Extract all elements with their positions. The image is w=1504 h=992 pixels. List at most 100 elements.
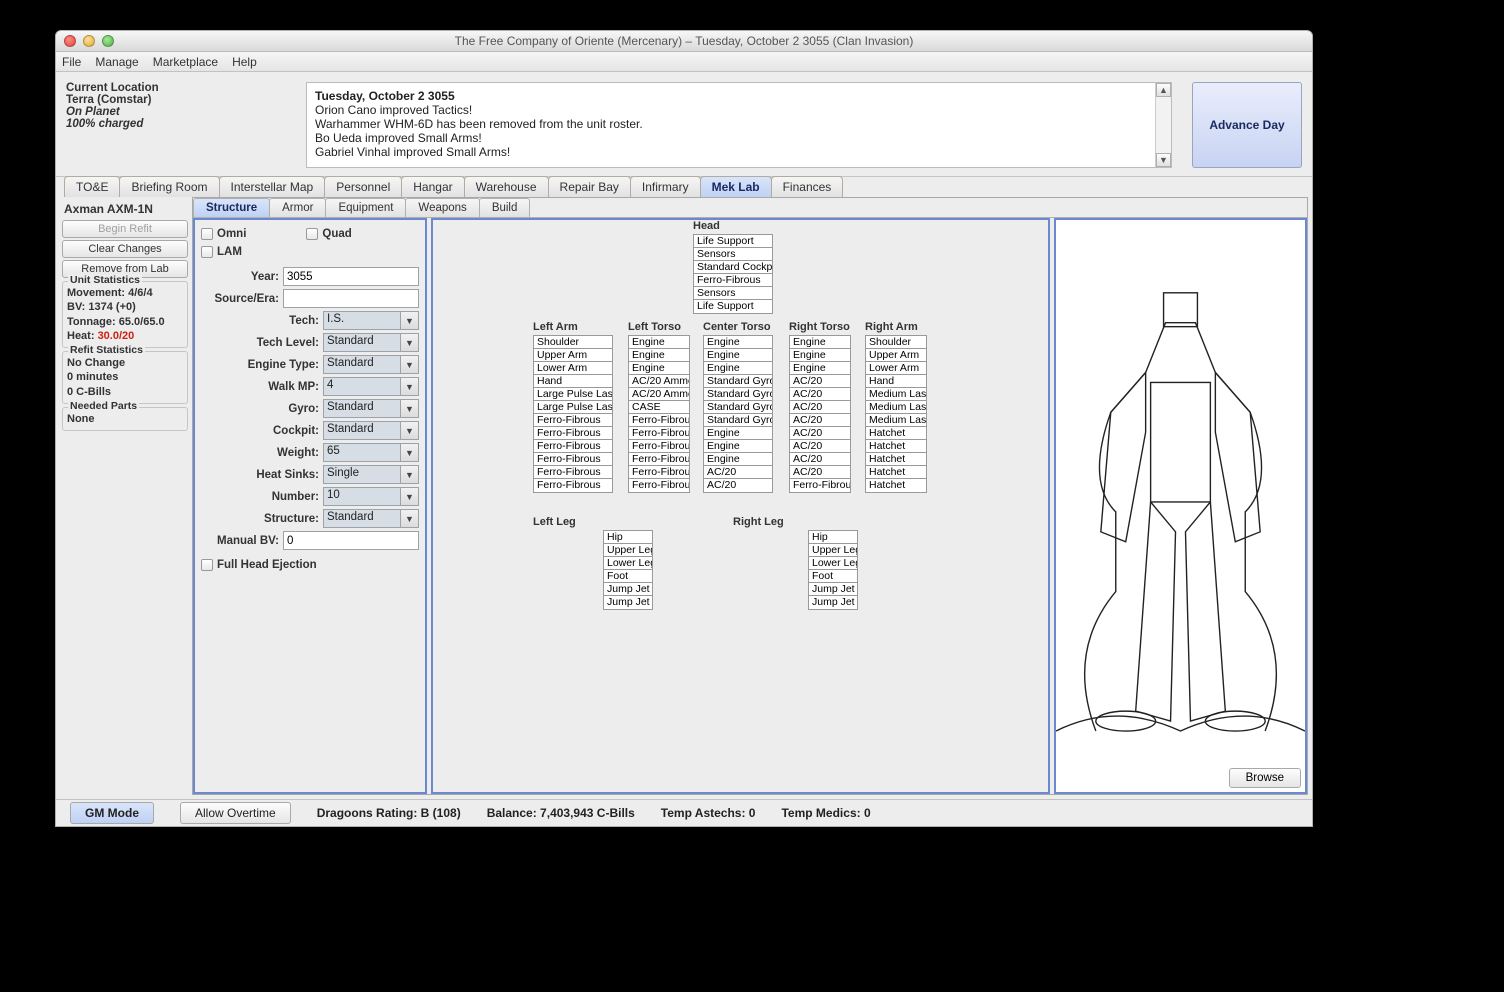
crit-slot[interactable]: AC/20 Ammo: [629, 388, 689, 401]
quad-checkbox[interactable]: Quad: [306, 228, 351, 240]
menu-file[interactable]: File: [62, 55, 81, 69]
crit-slot[interactable]: Engine: [790, 336, 850, 349]
tab-finances[interactable]: Finances: [771, 176, 844, 197]
gm-mode-button[interactable]: GM Mode: [70, 802, 154, 824]
source-era-input[interactable]: [283, 289, 419, 308]
crit-slot[interactable]: Lower Arm: [866, 362, 926, 375]
crit-slot[interactable]: Medium Laser: [866, 388, 926, 401]
cockpit-select[interactable]: Standard▼: [323, 421, 419, 440]
browse-button[interactable]: Browse: [1229, 768, 1301, 788]
crit-slot[interactable]: Shoulder: [866, 336, 926, 349]
crit-slot[interactable]: Life Support: [694, 235, 772, 248]
crit-slot[interactable]: Large Pulse Laser: [534, 388, 612, 401]
tab-personnel[interactable]: Personnel: [324, 176, 402, 197]
crit-slot[interactable]: Ferro-Fibrous: [534, 414, 612, 427]
crit-slot[interactable]: Upper Arm: [534, 349, 612, 362]
crit-slot[interactable]: Medium Laser: [866, 414, 926, 427]
crit-slot[interactable]: Hip: [809, 531, 857, 544]
crit-slot[interactable]: Standard Gyro: [704, 375, 772, 388]
crit-slot[interactable]: Standard Cockpit: [694, 261, 772, 274]
heat-sinks-select[interactable]: Single▼: [323, 465, 419, 484]
tab-briefing[interactable]: Briefing Room: [119, 176, 219, 197]
crit-slot[interactable]: Shoulder: [534, 336, 612, 349]
crit-slot[interactable]: Ferro-Fibrous: [629, 453, 689, 466]
crit-slot[interactable]: Lower Leg: [604, 557, 652, 570]
scroll-down-icon[interactable]: ▼: [1156, 153, 1171, 167]
crit-slot[interactable]: Foot: [604, 570, 652, 583]
crit-slot[interactable]: Hatchet: [866, 479, 926, 492]
year-input[interactable]: [283, 267, 419, 286]
crit-slot[interactable]: Ferro-Fibrous: [534, 427, 612, 440]
crit-slot[interactable]: Standard Gyro: [704, 414, 772, 427]
crit-slot[interactable]: AC/20: [790, 440, 850, 453]
full-head-ejection-checkbox[interactable]: Full Head Ejection: [201, 559, 419, 571]
crit-slot[interactable]: Life Support: [694, 300, 772, 313]
clear-changes-button[interactable]: Clear Changes: [62, 240, 188, 258]
crit-slot[interactable]: Engine: [704, 336, 772, 349]
crit-slot[interactable]: Standard Gyro: [704, 401, 772, 414]
crit-slot[interactable]: Sensors: [694, 287, 772, 300]
crit-slot[interactable]: Ferro-Fibrous: [534, 466, 612, 479]
tab-hangar[interactable]: Hangar: [401, 176, 464, 197]
subtab-equipment[interactable]: Equipment: [325, 198, 406, 217]
crit-slot[interactable]: Engine: [629, 362, 689, 375]
allow-overtime-button[interactable]: Allow Overtime: [180, 802, 291, 824]
crit-slot[interactable]: Engine: [790, 349, 850, 362]
weight-select[interactable]: 65▼: [323, 443, 419, 462]
crit-slot[interactable]: Lower Leg: [809, 557, 857, 570]
subtab-armor[interactable]: Armor: [269, 198, 326, 217]
crit-slot[interactable]: Ferro-Fibrous: [629, 427, 689, 440]
menu-marketplace[interactable]: Marketplace: [153, 55, 218, 69]
engine-type-select[interactable]: Standard▼: [323, 355, 419, 374]
structure-select[interactable]: Standard▼: [323, 509, 419, 528]
crit-slot[interactable]: Lower Arm: [534, 362, 612, 375]
gyro-select[interactable]: Standard▼: [323, 399, 419, 418]
crit-slot[interactable]: Jump Jet: [809, 596, 857, 609]
minimize-icon[interactable]: [83, 35, 95, 47]
menu-manage[interactable]: Manage: [95, 55, 138, 69]
crit-slot[interactable]: Foot: [809, 570, 857, 583]
crit-slot[interactable]: Hand: [866, 375, 926, 388]
crit-slot[interactable]: Engine: [629, 336, 689, 349]
crit-slot[interactable]: Ferro-Fibrous: [629, 440, 689, 453]
crit-slot[interactable]: AC/20: [790, 388, 850, 401]
crit-slot[interactable]: AC/20: [790, 427, 850, 440]
crit-slot[interactable]: AC/20: [704, 466, 772, 479]
crit-slot[interactable]: Engine: [704, 362, 772, 375]
crit-slot[interactable]: Ferro-Fibrous: [534, 453, 612, 466]
subtab-structure[interactable]: Structure: [193, 198, 270, 217]
tab-infirmary[interactable]: Infirmary: [630, 176, 701, 197]
manual-bv-input[interactable]: [283, 531, 419, 550]
crit-slot[interactable]: Engine: [704, 440, 772, 453]
crit-slot[interactable]: Jump Jet: [604, 583, 652, 596]
subtab-weapons[interactable]: Weapons: [405, 198, 479, 217]
advance-day-button[interactable]: Advance Day: [1192, 82, 1302, 168]
crit-slot[interactable]: Ferro-Fibrous: [629, 414, 689, 427]
crit-slot[interactable]: AC/20: [790, 466, 850, 479]
crit-slot[interactable]: Hand: [534, 375, 612, 388]
walk-mp-select[interactable]: 4▼: [323, 377, 419, 396]
tab-toe[interactable]: TO&E: [64, 176, 120, 197]
crit-slot[interactable]: Hatchet: [866, 466, 926, 479]
crit-slot[interactable]: Ferro-Fibrous: [629, 466, 689, 479]
crit-slot[interactable]: AC/20 Ammo: [629, 375, 689, 388]
crit-slot[interactable]: AC/20: [790, 375, 850, 388]
tech-level-select[interactable]: Standard▼: [323, 333, 419, 352]
tab-warehouse[interactable]: Warehouse: [464, 176, 549, 197]
crit-slot[interactable]: Engine: [704, 427, 772, 440]
crit-slot[interactable]: Hip: [604, 531, 652, 544]
crit-slot[interactable]: Engine: [790, 362, 850, 375]
crit-slot[interactable]: Ferro-Fibrous: [534, 440, 612, 453]
zoom-icon[interactable]: [102, 35, 114, 47]
crit-slot[interactable]: Large Pulse Laser: [534, 401, 612, 414]
crit-slot[interactable]: Hatchet: [866, 440, 926, 453]
crit-slot[interactable]: Ferro-Fibrous: [790, 479, 850, 492]
tab-interstellar-map[interactable]: Interstellar Map: [219, 176, 326, 197]
crit-slot[interactable]: Sensors: [694, 248, 772, 261]
crit-slot[interactable]: Medium Laser: [866, 401, 926, 414]
crit-slot[interactable]: Ferro-Fibrous: [694, 274, 772, 287]
crit-slot[interactable]: Engine: [704, 349, 772, 362]
crit-slot[interactable]: Hatchet: [866, 427, 926, 440]
log-scrollbar[interactable]: ▲ ▼: [1155, 83, 1171, 167]
crit-slot[interactable]: Ferro-Fibrous: [629, 479, 689, 492]
